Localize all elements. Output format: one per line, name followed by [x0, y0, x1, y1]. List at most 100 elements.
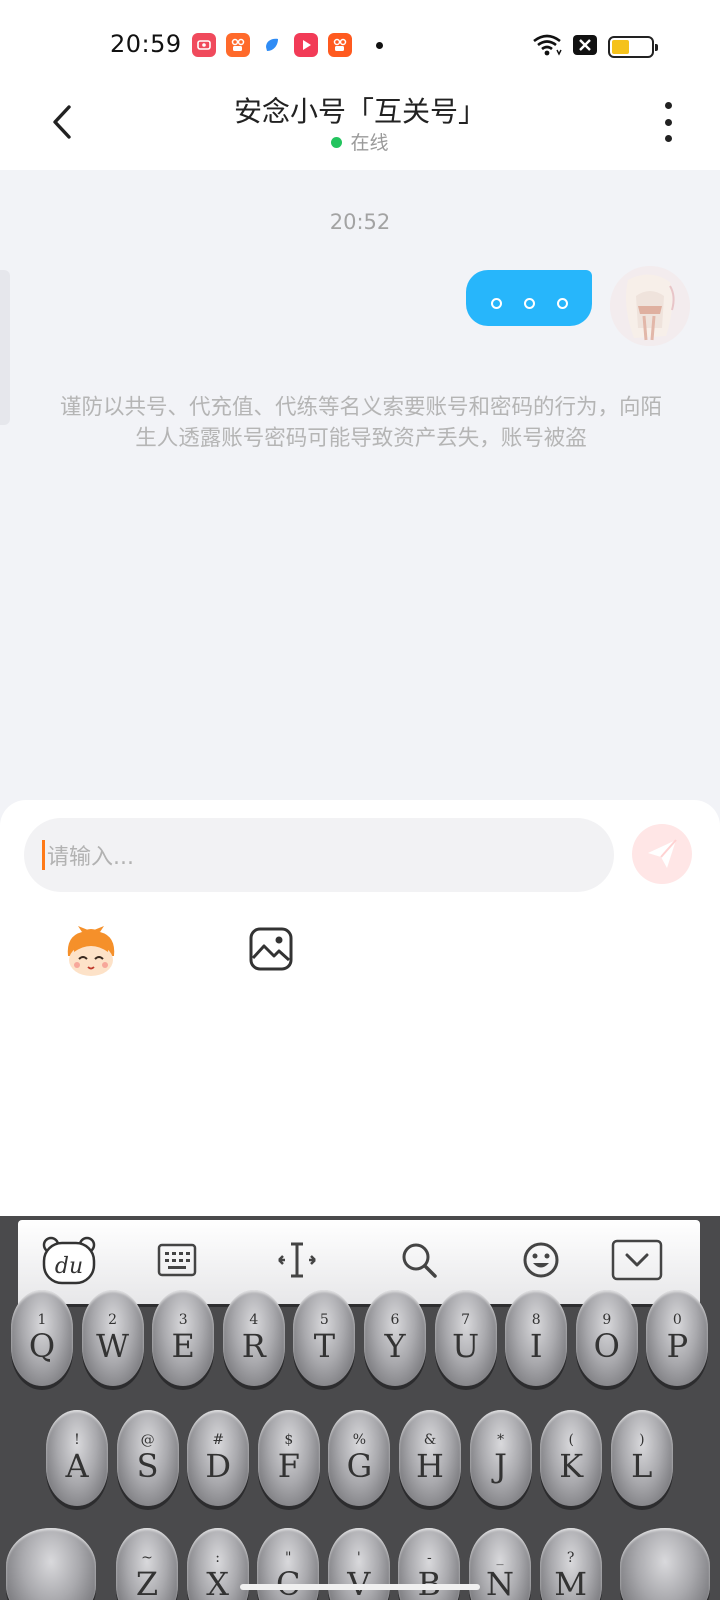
- key-symbol: ): [639, 1432, 645, 1448]
- key-o[interactable]: 9O: [575, 1290, 638, 1386]
- key-w[interactable]: 2W: [81, 1290, 144, 1386]
- key-letter: C: [275, 1565, 301, 1600]
- key-symbol: 2: [108, 1312, 118, 1328]
- key-m[interactable]: ? M: [539, 1528, 602, 1600]
- send-button[interactable]: [632, 824, 692, 884]
- video-app-icon: [192, 33, 216, 57]
- key-letter: V: [347, 1565, 371, 1600]
- keyboard-search-button[interactable]: [390, 1232, 448, 1288]
- text-caret: [42, 840, 45, 870]
- key-symbol: %: [352, 1432, 367, 1448]
- hide-keyboard-button[interactable]: [608, 1232, 666, 1288]
- key-symbol: &: [423, 1432, 437, 1448]
- kuaishou-icon: [328, 33, 352, 57]
- key-symbol: ~: [141, 1550, 153, 1566]
- key-letter: I: [529, 1327, 543, 1365]
- key-i[interactable]: 8I: [505, 1290, 568, 1386]
- key-letter: D: [205, 1447, 232, 1485]
- key-symbol: *: [497, 1432, 505, 1448]
- image-button[interactable]: [248, 926, 294, 972]
- status-bar: 20:59: [0, 0, 720, 90]
- home-indicator[interactable]: [240, 1584, 480, 1590]
- svg-text:du: du: [55, 1254, 83, 1279]
- more-options-button[interactable]: [656, 102, 680, 142]
- key-s[interactable]: @ S: [116, 1410, 179, 1506]
- message-input[interactable]: 请输入...: [24, 818, 614, 892]
- play-app-icon: [294, 33, 318, 57]
- blue-app-icon: [260, 33, 284, 57]
- key-letter: U: [452, 1327, 480, 1365]
- kuaishou-lite-icon: [226, 33, 250, 57]
- key-symbol: (: [568, 1432, 574, 1448]
- keyboard: du 1Q2W3E4R5T6Y7U8I9O0P ! A @ S # D $ F% G & H * J(K…: [0, 1216, 720, 1600]
- no-sim-icon: [572, 34, 598, 60]
- key-symbol: #: [212, 1432, 225, 1448]
- key-letter: W: [96, 1327, 130, 1365]
- online-status: 在线: [0, 128, 720, 155]
- key-letter: O: [593, 1327, 620, 1365]
- key-symbol: @: [140, 1432, 155, 1448]
- key-letter: P: [666, 1327, 689, 1365]
- key-t[interactable]: 5T: [293, 1290, 356, 1386]
- security-notice: 谨防以共号、代充值、代练等名义索要账号和密码的行为，向陌生人透露账号密码可能导致…: [59, 395, 662, 451]
- side-edge-handle[interactable]: [0, 270, 10, 425]
- notification-icons: [192, 33, 383, 57]
- key-p[interactable]: 0P: [646, 1290, 709, 1386]
- key-z[interactable]: ~ Z: [116, 1528, 178, 1600]
- online-dot: [331, 137, 343, 148]
- key-k[interactable]: (K: [540, 1410, 603, 1506]
- sticker-button[interactable]: [62, 926, 120, 978]
- key-symbol: $: [284, 1432, 294, 1448]
- key-letter: H: [416, 1447, 444, 1485]
- key-letter: L: [631, 1447, 653, 1485]
- key-y[interactable]: 6Y: [364, 1290, 426, 1386]
- key-letter: S: [136, 1447, 159, 1485]
- key-symbol: _: [496, 1550, 504, 1566]
- key-letter: Y: [384, 1327, 406, 1365]
- message-list[interactable]: 20:52 谨防以共号、代充值、代练等名义索要账号和密码的行为，向陌生人透露账号…: [0, 170, 720, 810]
- key-symbol: 7: [461, 1312, 471, 1328]
- key-j[interactable]: * J: [469, 1410, 532, 1506]
- key-u[interactable]: 7U: [434, 1290, 497, 1386]
- key-d[interactable]: # D: [187, 1410, 250, 1506]
- emoji-button[interactable]: [512, 1232, 570, 1288]
- key-a[interactable]: ! A: [46, 1410, 108, 1506]
- key-letter: J: [494, 1447, 507, 1485]
- key-letter: K: [559, 1447, 584, 1485]
- cursor-move-button[interactable]: [268, 1232, 326, 1288]
- key-g[interactable]: % G: [328, 1410, 391, 1506]
- online-label: 在线: [350, 132, 389, 154]
- input-placeholder: 请输入...: [47, 845, 134, 870]
- key-symbol: 0: [672, 1312, 682, 1328]
- key-symbol: ?: [566, 1550, 575, 1566]
- key-q[interactable]: 1Q: [11, 1290, 73, 1386]
- paper-plane-icon: [648, 839, 677, 868]
- keyboard-layout-button[interactable]: [148, 1232, 206, 1288]
- baidu-input-logo-button[interactable]: du: [40, 1232, 98, 1288]
- composer-panel: 请输入...: [0, 800, 720, 1216]
- text-cursor-icon: [278, 1242, 316, 1278]
- du-bear-icon: du: [42, 1236, 96, 1285]
- key-letter: F: [277, 1447, 300, 1485]
- chat-title: 安念小号「互关号」: [233, 95, 486, 128]
- smiley-icon: [523, 1242, 559, 1278]
- system-icons: [532, 33, 658, 61]
- delete-key[interactable]: [620, 1528, 710, 1600]
- key-l[interactable]: ) L: [610, 1410, 673, 1506]
- avatar[interactable]: [610, 266, 690, 346]
- key-f[interactable]: $ F: [257, 1410, 320, 1506]
- key-symbol: 5: [319, 1312, 329, 1328]
- message-bubble[interactable]: [466, 270, 592, 326]
- key-symbol: ": [284, 1550, 292, 1566]
- wifi-icon: [532, 33, 562, 61]
- key-letter: M: [554, 1565, 587, 1600]
- key-e[interactable]: 3E: [152, 1290, 215, 1386]
- key-x[interactable]: :X: [186, 1528, 249, 1600]
- key-h[interactable]: & H: [399, 1410, 461, 1506]
- image-icon: [249, 927, 293, 971]
- shift-key[interactable]: [6, 1528, 96, 1600]
- key-symbol: 4: [249, 1312, 259, 1328]
- key-symbol: 6: [390, 1312, 400, 1328]
- key-symbol: !: [74, 1432, 80, 1448]
- key-r[interactable]: 4R: [222, 1290, 285, 1386]
